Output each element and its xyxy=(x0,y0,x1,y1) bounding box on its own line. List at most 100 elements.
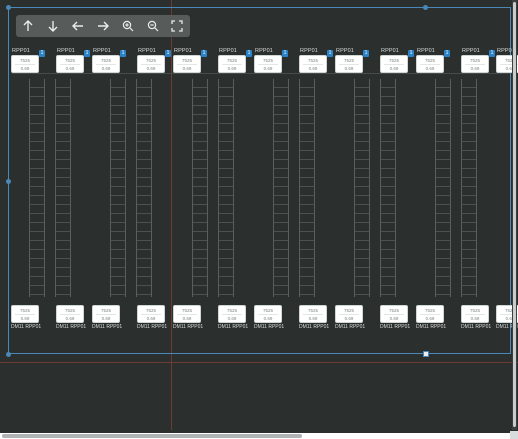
bay-top-card[interactable]: 7525 0.69 xyxy=(173,55,201,73)
bay-top-card[interactable]: 7525 0.69 xyxy=(218,55,246,73)
card-value-bottom: 0.69 xyxy=(20,66,30,71)
bay-bottom-card[interactable]: 7525 0.69 xyxy=(56,305,84,323)
bay-bottom-card[interactable]: 7525 0.69 xyxy=(299,305,327,323)
bay-footer-label: DM11 RPP01 xyxy=(56,324,87,330)
rack-column[interactable] xyxy=(29,79,45,297)
card-divider xyxy=(258,314,278,315)
card-value-bottom: 0.69 xyxy=(227,316,237,321)
bay-bottom-card[interactable]: 7525 0.69 xyxy=(335,305,363,323)
selection-handle-top-left[interactable] xyxy=(6,5,11,10)
card-value-bottom: 0.69 xyxy=(470,66,480,71)
card-divider xyxy=(303,64,323,65)
bay-top-card[interactable]: 7525 0.69 xyxy=(416,55,444,73)
card-value-bottom: 0.69 xyxy=(146,316,156,321)
bay-top-card[interactable]: 7525 0.69 xyxy=(137,55,165,73)
bay-top-card[interactable]: 7525 0.69 xyxy=(380,55,408,73)
card-value-top: 7525 xyxy=(100,308,111,313)
horizontal-scrollbar-thumb[interactable] xyxy=(2,434,302,438)
card-divider xyxy=(60,64,80,65)
bay-top-card[interactable]: 7525 0.69 xyxy=(461,55,489,73)
bay-top-card[interactable]: 7525 0.69 xyxy=(254,55,282,73)
bay-bottom-card[interactable]: 7525 0.69 xyxy=(416,305,444,323)
rack-column[interactable] xyxy=(435,79,451,297)
card-divider xyxy=(15,64,35,65)
bay-top-card[interactable]: 7525 0.69 xyxy=(335,55,363,73)
rack-column[interactable] xyxy=(461,79,477,297)
rack-column[interactable] xyxy=(273,79,289,297)
bay-count-badge: 1 xyxy=(201,50,207,57)
card-value-top: 7525 xyxy=(388,58,399,63)
card-value-bottom: 0.69 xyxy=(20,316,30,321)
bay-top-card[interactable]: 7525 0.69 xyxy=(92,55,120,73)
bay-bottom-card[interactable]: 7525 0.69 xyxy=(218,305,246,323)
card-divider xyxy=(96,64,116,65)
bay-count-badge: 1 xyxy=(489,50,495,57)
move-right-button[interactable] xyxy=(93,16,113,36)
rack-column[interactable] xyxy=(218,79,234,297)
rack-column[interactable] xyxy=(380,79,396,297)
rack-column[interactable] xyxy=(136,79,152,297)
vertical-scrollbar-thumb[interactable] xyxy=(513,2,516,427)
bay-bottom-card[interactable]: 7525 0.69 xyxy=(137,305,165,323)
bay-top-card[interactable]: 7525 0.69 xyxy=(56,55,84,73)
bay-top-card[interactable]: 7525 0.69 xyxy=(11,55,39,73)
selection-handle-left[interactable] xyxy=(6,179,11,184)
bay-footer-label: DM11 RPP01 xyxy=(416,324,447,330)
bay-header-label: RPP01 xyxy=(57,48,75,54)
rack-column[interactable] xyxy=(354,79,370,297)
card-divider xyxy=(96,314,116,315)
bay-bottom-card[interactable]: 7525 0.69 xyxy=(380,305,408,323)
fit-screen-button[interactable] xyxy=(167,16,187,36)
card-value-bottom: 0.69 xyxy=(65,316,75,321)
selection-handle-top[interactable] xyxy=(423,5,428,10)
arrow-right-icon xyxy=(97,21,109,31)
card-value-top: 7525 xyxy=(64,58,75,63)
horizontal-guide-line xyxy=(0,362,518,363)
bay-bottom-card[interactable]: 7525 0.69 xyxy=(461,305,489,323)
card-divider xyxy=(222,64,242,65)
card-value-top: 7525 xyxy=(307,58,318,63)
bay-header-label: RPP01 xyxy=(300,48,318,54)
rack-column[interactable] xyxy=(299,79,315,297)
bay-bottom-card[interactable]: 7525 0.69 xyxy=(92,305,120,323)
bay-count-badge: 1 xyxy=(39,50,45,57)
card-divider xyxy=(60,314,80,315)
bay-top-card[interactable]: 7525 0.69 xyxy=(299,55,327,73)
move-left-button[interactable] xyxy=(68,16,88,36)
card-value-bottom: 0.69 xyxy=(470,316,480,321)
card-value-top: 7525 xyxy=(19,58,30,63)
card-value-bottom: 0.69 xyxy=(182,66,192,71)
zoom-in-button[interactable] xyxy=(118,16,138,36)
card-value-top: 7525 xyxy=(424,58,435,63)
bay-header-label: RPP01 xyxy=(219,48,237,54)
bay-footer-label: DM11 RPP01 xyxy=(11,324,42,330)
card-value-top: 7525 xyxy=(181,58,192,63)
bay-bottom-card[interactable]: 7525 0.69 xyxy=(11,305,39,323)
bay-header-label: RPP01 xyxy=(462,48,480,54)
card-value-top: 7525 xyxy=(307,308,318,313)
card-divider xyxy=(465,314,485,315)
bay-header-label: RPP01 xyxy=(93,48,111,54)
rack-column[interactable] xyxy=(110,79,126,297)
bay-footer-label: DM11 RPP01 xyxy=(335,324,366,330)
card-divider xyxy=(258,64,278,65)
rack-column[interactable] xyxy=(55,79,71,297)
bay-bottom-card[interactable]: 7525 0.69 xyxy=(254,305,282,323)
bay-count-badge: 1 xyxy=(408,50,414,57)
move-up-button[interactable] xyxy=(18,16,38,36)
bay-header-label: RPP01 xyxy=(12,48,30,54)
bay-footer-label: DM11 RPP01 xyxy=(218,324,249,330)
bay-bottom-card[interactable]: 7525 0.69 xyxy=(173,305,201,323)
bay-count-badge: 1 xyxy=(327,50,333,57)
move-down-button[interactable] xyxy=(43,16,63,36)
card-value-bottom: 0.69 xyxy=(389,316,399,321)
zoom-out-button[interactable] xyxy=(143,16,163,36)
card-value-bottom: 0.69 xyxy=(308,316,318,321)
bay-footer-label: DM11 RPP01 xyxy=(173,324,204,330)
selection-handle-bottom[interactable] xyxy=(423,351,429,357)
rack-column[interactable] xyxy=(192,79,208,297)
card-value-top: 7525 xyxy=(226,308,237,313)
selection-handle-bottom-left[interactable] xyxy=(6,352,11,357)
bay-footer-label: DM11 RPP01 xyxy=(380,324,411,330)
card-divider xyxy=(384,64,404,65)
